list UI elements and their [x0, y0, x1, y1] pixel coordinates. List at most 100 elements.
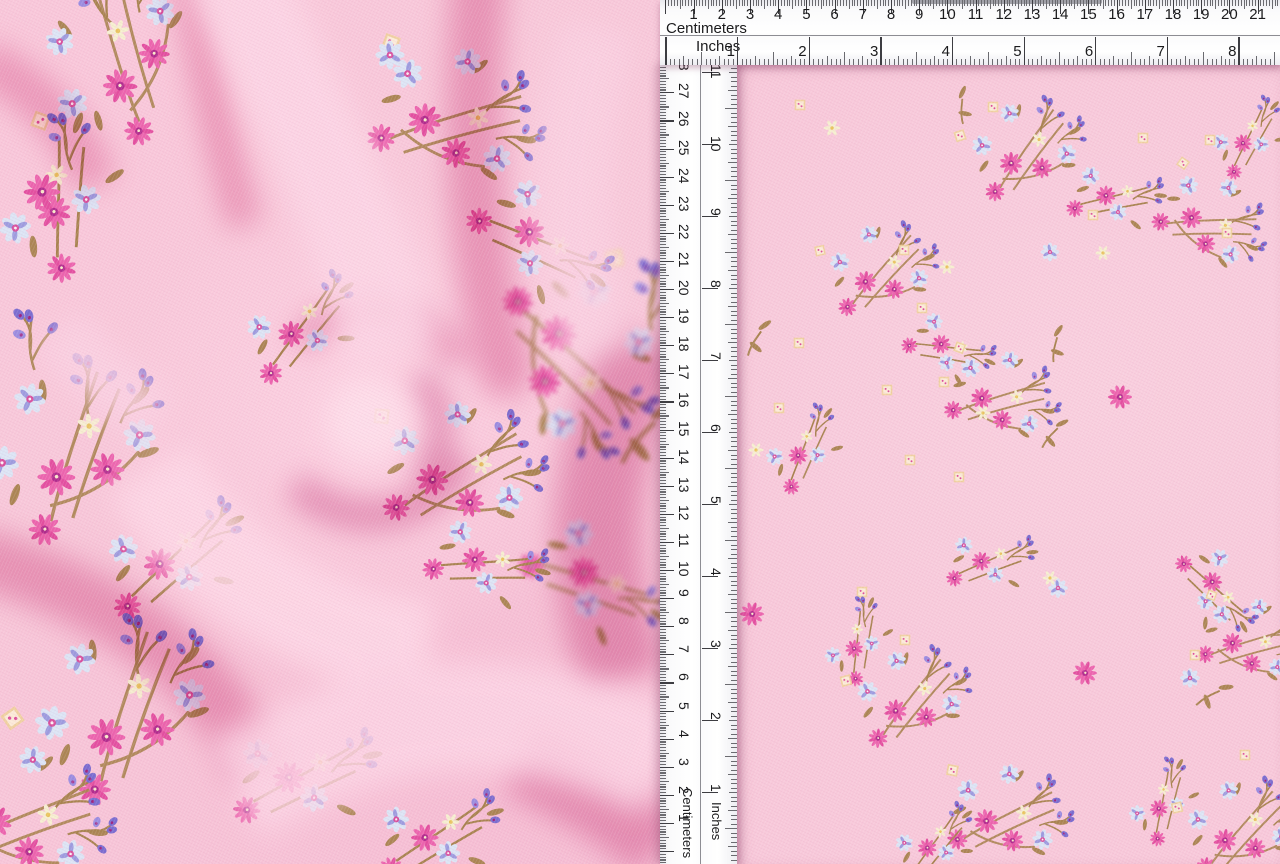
inch-subtick — [1243, 59, 1244, 65]
inch-number: 7 — [1149, 44, 1165, 59]
mm-tick — [660, 109, 666, 110]
inch-subtick — [731, 621, 737, 622]
inch-tick — [1167, 37, 1168, 65]
mm-tick — [798, 0, 799, 6]
mm-tick — [660, 820, 666, 821]
mm-tick — [812, 0, 813, 6]
inch-subtick — [731, 351, 737, 352]
cm-number: 11 — [677, 533, 691, 548]
flower-bouquetB — [945, 519, 1046, 601]
cm-number: 7 — [677, 645, 691, 653]
mm-tick — [660, 193, 666, 194]
mm-tick — [660, 725, 669, 726]
mm-tick — [660, 576, 666, 577]
mm-tick — [660, 137, 666, 138]
inch-number: 4 — [709, 568, 723, 576]
flower-square — [1241, 751, 1250, 760]
flower-bouquetA — [838, 631, 994, 753]
mm-tick — [660, 154, 666, 155]
inch-subtick — [1176, 59, 1177, 65]
flat-fabric-swatch — [737, 65, 1280, 864]
mm-tick — [660, 651, 666, 652]
mm-tick — [660, 803, 666, 804]
mm-tick — [660, 370, 666, 371]
mm-tick — [660, 275, 669, 276]
cm-tick — [660, 514, 674, 515]
inch-subtick — [729, 432, 737, 433]
inch-subtick — [746, 59, 747, 65]
mm-tick — [660, 331, 669, 332]
inch-tick — [702, 432, 718, 433]
inch-subtick — [731, 603, 737, 604]
mm-tick — [897, 0, 898, 6]
mm-tick — [784, 0, 785, 6]
cm-number: 9 — [677, 589, 691, 597]
inch-subtick — [731, 779, 737, 780]
mm-tick — [660, 320, 666, 321]
inch-subtick — [912, 59, 913, 65]
inch-subtick — [731, 153, 737, 154]
flower-square — [940, 378, 949, 387]
cm-tick — [660, 458, 674, 459]
mm-tick — [660, 306, 666, 307]
inch-subtick — [728, 90, 737, 91]
inch-subtick — [725, 108, 737, 109]
mm-tick — [660, 75, 666, 76]
inch-subtick — [731, 851, 737, 852]
mm-tick — [660, 848, 666, 849]
mm-tick — [660, 519, 666, 520]
flower-pinkDaisy — [740, 602, 764, 626]
flower-square — [796, 101, 805, 110]
mm-tick — [823, 0, 824, 6]
mm-tick — [660, 286, 666, 287]
inch-subtick — [731, 194, 737, 195]
vertical-ruler-cm-label: Centimeters — [681, 788, 694, 858]
cm-number: 25 — [677, 140, 691, 156]
cm-number: 20 — [677, 280, 691, 296]
mm-tick — [668, 0, 669, 6]
mm-tick — [660, 199, 666, 200]
mm-tick — [1187, 0, 1188, 9]
cm-number: 23 — [677, 196, 691, 212]
inch-subtick — [728, 702, 737, 703]
inch-subtick — [692, 59, 693, 65]
inch-subtick — [731, 401, 737, 402]
mm-tick — [660, 671, 666, 672]
inch-subtick — [731, 221, 737, 222]
mm-tick — [660, 508, 666, 509]
inch-subtick — [729, 720, 737, 721]
inch-subtick — [731, 729, 737, 730]
inch-subtick — [1207, 59, 1208, 65]
inch-subtick — [731, 837, 737, 838]
inch-subtick — [728, 306, 737, 307]
inch-subtick — [731, 176, 737, 177]
mm-tick — [660, 607, 666, 608]
mm-tick — [1134, 0, 1135, 6]
inch-subtick — [710, 59, 711, 65]
mm-tick — [1018, 0, 1019, 9]
mm-tick — [716, 0, 717, 6]
inch-subtick — [786, 59, 787, 65]
inch-number: 4 — [934, 44, 950, 59]
mm-tick — [660, 283, 666, 284]
mm-tick — [660, 472, 669, 473]
mm-tick — [660, 379, 666, 380]
mm-tick — [660, 230, 666, 231]
inch-subtick — [728, 450, 737, 451]
mm-tick — [660, 309, 666, 310]
inch-subtick — [974, 59, 975, 65]
mm-tick — [660, 455, 666, 456]
cm-tick — [660, 373, 674, 374]
inch-subtick — [731, 761, 737, 762]
flower-square — [1139, 134, 1148, 143]
inch-subtick — [777, 59, 778, 65]
inch-subtick — [1104, 59, 1105, 65]
mm-tick — [660, 247, 669, 248]
inch-subtick — [729, 144, 737, 145]
mm-tick — [660, 460, 666, 461]
mm-tick — [660, 550, 666, 551]
mm-tick — [660, 587, 666, 588]
inch-subtick — [731, 747, 737, 748]
mm-tick — [959, 0, 960, 6]
cm-number: 11 — [966, 7, 986, 22]
